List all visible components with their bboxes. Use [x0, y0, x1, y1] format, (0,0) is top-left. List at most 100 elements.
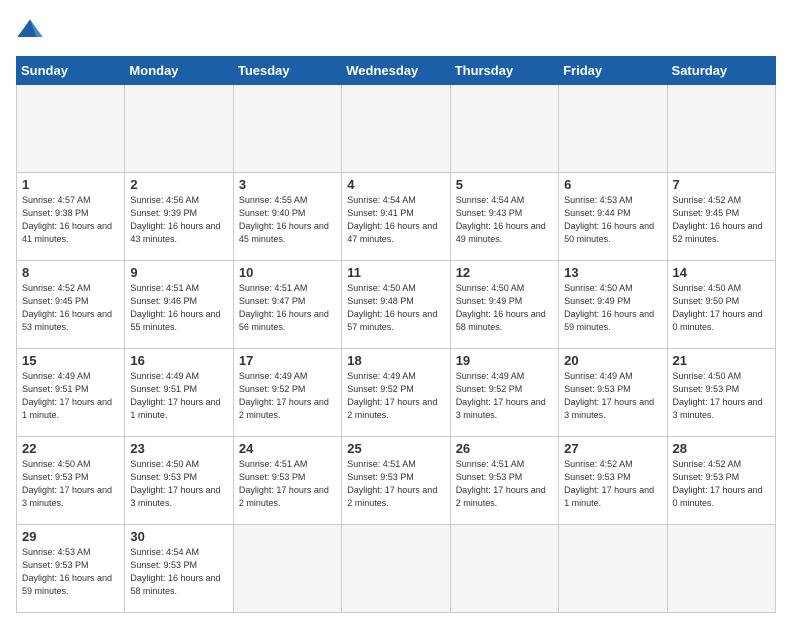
calendar-cell: 26 Sunrise: 4:51 AMSunset: 9:53 PMDayligh…	[450, 437, 558, 525]
day-detail: Sunrise: 4:56 AMSunset: 9:39 PMDaylight:…	[130, 194, 227, 246]
calendar-cell	[450, 525, 558, 613]
day-detail: Sunrise: 4:52 AMSunset: 9:53 PMDaylight:…	[564, 458, 661, 510]
day-number: 20	[564, 353, 661, 368]
day-number: 10	[239, 265, 336, 280]
day-detail: Sunrise: 4:49 AMSunset: 9:52 PMDaylight:…	[456, 370, 553, 422]
day-detail: Sunrise: 4:53 AMSunset: 9:53 PMDaylight:…	[22, 546, 119, 598]
day-number: 6	[564, 177, 661, 192]
day-detail: Sunrise: 4:50 AMSunset: 9:50 PMDaylight:…	[673, 282, 770, 334]
day-detail: Sunrise: 4:51 AMSunset: 9:47 PMDaylight:…	[239, 282, 336, 334]
day-detail: Sunrise: 4:55 AMSunset: 9:40 PMDaylight:…	[239, 194, 336, 246]
day-number: 9	[130, 265, 227, 280]
calendar-cell: 1Sunrise: 4:57 AMSunset: 9:38 PMDaylight…	[17, 173, 125, 261]
day-number: 22	[22, 441, 119, 456]
calendar-cell: 30 Sunrise: 4:54 AMSunset: 9:53 PMDayligh…	[125, 525, 233, 613]
day-of-week-header: Tuesday	[233, 57, 341, 85]
day-number: 3	[239, 177, 336, 192]
day-number: 27	[564, 441, 661, 456]
calendar-cell: 15Sunrise: 4:49 AMSunset: 9:51 PMDayligh…	[17, 349, 125, 437]
calendar-cell: 24 Sunrise: 4:51 AMSunset: 9:53 PMDayligh…	[233, 437, 341, 525]
day-number: 5	[456, 177, 553, 192]
calendar-week-row: 15Sunrise: 4:49 AMSunset: 9:51 PMDayligh…	[17, 349, 776, 437]
day-detail: Sunrise: 4:52 AMSunset: 9:45 PMDaylight:…	[673, 194, 770, 246]
day-of-week-header: Sunday	[17, 57, 125, 85]
calendar-cell: 10 Sunrise: 4:51 AMSunset: 9:47 PMDayligh…	[233, 261, 341, 349]
calendar-cell: 22 Sunrise: 4:50 AMSunset: 9:53 PMDayligh…	[17, 437, 125, 525]
day-number: 21	[673, 353, 770, 368]
logo	[16, 16, 48, 44]
calendar-cell: 6 Sunrise: 4:53 AMSunset: 9:44 PMDaylight…	[559, 173, 667, 261]
day-detail: Sunrise: 4:49 AMSunset: 9:53 PMDaylight:…	[564, 370, 661, 422]
calendar-week-row: 1Sunrise: 4:57 AMSunset: 9:38 PMDaylight…	[17, 173, 776, 261]
calendar-cell	[559, 85, 667, 173]
day-number: 30	[130, 529, 227, 544]
calendar-cell	[233, 85, 341, 173]
day-number: 16	[130, 353, 227, 368]
day-number: 4	[347, 177, 444, 192]
day-number: 18	[347, 353, 444, 368]
day-detail: Sunrise: 4:54 AMSunset: 9:43 PMDaylight:…	[456, 194, 553, 246]
day-detail: Sunrise: 4:50 AMSunset: 9:53 PMDaylight:…	[130, 458, 227, 510]
calendar-cell	[450, 85, 558, 173]
calendar-cell: 19 Sunrise: 4:49 AMSunset: 9:52 PMDayligh…	[450, 349, 558, 437]
calendar-cell: 5 Sunrise: 4:54 AMSunset: 9:43 PMDaylight…	[450, 173, 558, 261]
calendar-cell: 11 Sunrise: 4:50 AMSunset: 9:48 PMDayligh…	[342, 261, 450, 349]
day-detail: Sunrise: 4:50 AMSunset: 9:48 PMDaylight:…	[347, 282, 444, 334]
logo-icon	[16, 16, 44, 44]
day-number: 24	[239, 441, 336, 456]
calendar-cell: 16 Sunrise: 4:49 AMSunset: 9:51 PMDayligh…	[125, 349, 233, 437]
calendar-cell: 3 Sunrise: 4:55 AMSunset: 9:40 PMDaylight…	[233, 173, 341, 261]
calendar-cell: 20 Sunrise: 4:49 AMSunset: 9:53 PMDayligh…	[559, 349, 667, 437]
day-number: 19	[456, 353, 553, 368]
day-of-week-header: Wednesday	[342, 57, 450, 85]
calendar-week-row: 29Sunrise: 4:53 AMSunset: 9:53 PMDayligh…	[17, 525, 776, 613]
calendar-cell: 8 Sunrise: 4:52 AMSunset: 9:45 PMDaylight…	[17, 261, 125, 349]
day-detail: Sunrise: 4:51 AMSunset: 9:46 PMDaylight:…	[130, 282, 227, 334]
day-detail: Sunrise: 4:50 AMSunset: 9:49 PMDaylight:…	[564, 282, 661, 334]
day-detail: Sunrise: 4:50 AMSunset: 9:49 PMDaylight:…	[456, 282, 553, 334]
day-detail: Sunrise: 4:57 AMSunset: 9:38 PMDaylight:…	[22, 194, 119, 246]
day-number: 8	[22, 265, 119, 280]
calendar-cell: 23 Sunrise: 4:50 AMSunset: 9:53 PMDayligh…	[125, 437, 233, 525]
day-detail: Sunrise: 4:51 AMSunset: 9:53 PMDaylight:…	[456, 458, 553, 510]
calendar-cell	[667, 525, 775, 613]
calendar-cell: 4 Sunrise: 4:54 AMSunset: 9:41 PMDaylight…	[342, 173, 450, 261]
calendar-week-row: 8 Sunrise: 4:52 AMSunset: 9:45 PMDaylight…	[17, 261, 776, 349]
day-of-week-header: Saturday	[667, 57, 775, 85]
day-of-week-header: Friday	[559, 57, 667, 85]
day-detail: Sunrise: 4:51 AMSunset: 9:53 PMDaylight:…	[239, 458, 336, 510]
day-number: 11	[347, 265, 444, 280]
day-detail: Sunrise: 4:50 AMSunset: 9:53 PMDaylight:…	[22, 458, 119, 510]
day-number: 17	[239, 353, 336, 368]
day-detail: Sunrise: 4:49 AMSunset: 9:51 PMDaylight:…	[22, 370, 119, 422]
calendar-table: SundayMondayTuesdayWednesdayThursdayFrid…	[16, 56, 776, 613]
day-number: 13	[564, 265, 661, 280]
day-detail: Sunrise: 4:49 AMSunset: 9:52 PMDaylight:…	[239, 370, 336, 422]
day-detail: Sunrise: 4:49 AMSunset: 9:51 PMDaylight:…	[130, 370, 227, 422]
calendar-cell: 28 Sunrise: 4:52 AMSunset: 9:53 PMDayligh…	[667, 437, 775, 525]
calendar-cell	[125, 85, 233, 173]
day-number: 25	[347, 441, 444, 456]
day-number: 2	[130, 177, 227, 192]
day-detail: Sunrise: 4:54 AMSunset: 9:41 PMDaylight:…	[347, 194, 444, 246]
calendar-week-row: 22 Sunrise: 4:50 AMSunset: 9:53 PMDayligh…	[17, 437, 776, 525]
calendar-cell: 14Sunrise: 4:50 AMSunset: 9:50 PMDayligh…	[667, 261, 775, 349]
day-detail: Sunrise: 4:50 AMSunset: 9:53 PMDaylight:…	[673, 370, 770, 422]
day-number: 23	[130, 441, 227, 456]
calendar-cell: 12 Sunrise: 4:50 AMSunset: 9:49 PMDayligh…	[450, 261, 558, 349]
calendar-cell	[17, 85, 125, 173]
calendar-cell	[559, 525, 667, 613]
calendar-cell	[342, 85, 450, 173]
calendar-cell: 29Sunrise: 4:53 AMSunset: 9:53 PMDayligh…	[17, 525, 125, 613]
day-number: 7	[673, 177, 770, 192]
day-detail: Sunrise: 4:52 AMSunset: 9:53 PMDaylight:…	[673, 458, 770, 510]
day-number: 12	[456, 265, 553, 280]
day-detail: Sunrise: 4:52 AMSunset: 9:45 PMDaylight:…	[22, 282, 119, 334]
day-number: 28	[673, 441, 770, 456]
day-detail: Sunrise: 4:53 AMSunset: 9:44 PMDaylight:…	[564, 194, 661, 246]
calendar-cell: 21 Sunrise: 4:50 AMSunset: 9:53 PMDayligh…	[667, 349, 775, 437]
day-detail: Sunrise: 4:54 AMSunset: 9:53 PMDaylight:…	[130, 546, 227, 598]
day-detail: Sunrise: 4:49 AMSunset: 9:52 PMDaylight:…	[347, 370, 444, 422]
calendar-cell	[667, 85, 775, 173]
day-number: 26	[456, 441, 553, 456]
